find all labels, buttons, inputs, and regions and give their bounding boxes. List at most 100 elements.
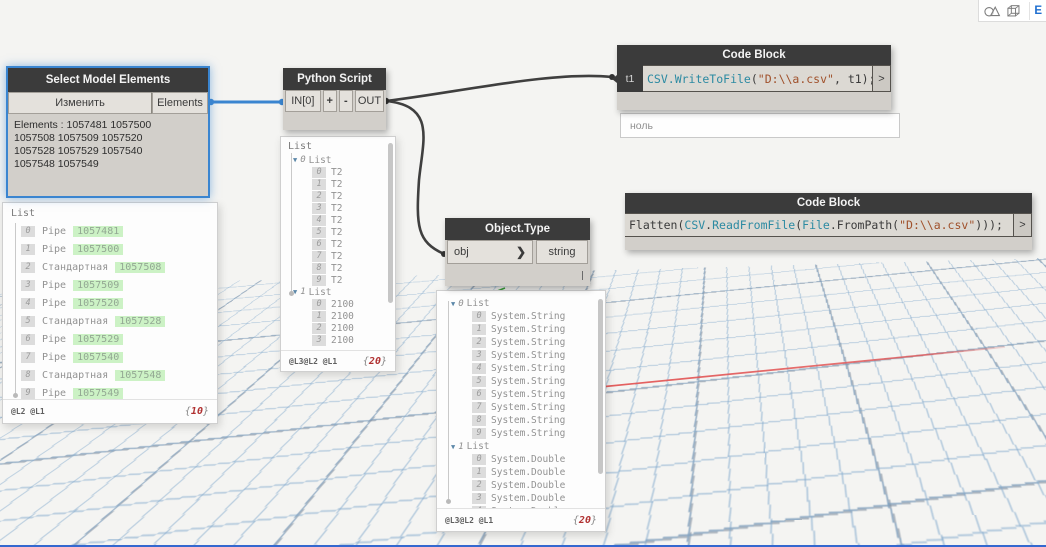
item-index: 9: [312, 274, 326, 286]
node-object-type[interactable]: Object.Type obj ❯ string: [445, 218, 590, 286]
body-line: Elements : 1057481 1057500: [14, 119, 152, 131]
output-port-out[interactable]: OUT: [354, 90, 384, 112]
list-group-header[interactable]: ▼ 0 List: [446, 297, 605, 310]
item-value: System.String: [491, 363, 566, 374]
output-port-elements[interactable]: Elements: [152, 92, 208, 114]
list-item: 0 2100: [288, 298, 395, 310]
item-index: 8: [21, 369, 35, 381]
list-item: 6 T2: [288, 238, 395, 250]
item-type: Стандартная: [42, 315, 109, 327]
list-group-header[interactable]: ▼ 1 List: [446, 440, 605, 453]
item-index: 5: [21, 315, 35, 327]
preview-panel-select-elements: List 0 Pipe 1057481 1 Pipe 1057500 2 Стандартна…: [2, 202, 218, 424]
list-group-header[interactable]: ▼ 1 List: [288, 286, 395, 298]
code-token: (: [795, 218, 803, 232]
item-value: System.String: [491, 337, 566, 348]
item-index: 2: [472, 480, 486, 491]
list-item: 3 System.String: [446, 349, 605, 362]
item-value: T2: [331, 166, 343, 178]
code-text[interactable]: CSV.WriteToFile("D:\\a.csv", t1);: [643, 65, 873, 92]
code-token: .FromPath(: [829, 218, 900, 232]
code-text[interactable]: Flatten(CSV. ReadFromFile(File .FromPath("…: [625, 213, 1014, 237]
input-port-in0[interactable]: IN[0]: [285, 90, 321, 112]
add-input-button[interactable]: +: [322, 90, 337, 112]
list-root-label: List: [11, 208, 36, 219]
list-item: 4 System.String: [446, 362, 605, 375]
node-footer: [617, 92, 891, 110]
geometry-preview-icon[interactable]: [983, 2, 1001, 20]
item-count: {20}: [362, 355, 387, 367]
scrollbar-thumb[interactable]: [598, 299, 603, 474]
group-label: List: [466, 298, 490, 309]
body-line: 1057548 1057549: [14, 158, 99, 170]
preview-panel-objecttype-output: ▼ 0 List 0 System.String 1 System.String 2 Syste…: [436, 290, 606, 532]
list-item: 7 T2: [288, 250, 395, 262]
list-item: 1 System.String: [446, 323, 605, 336]
list-item: 0 System.Double: [446, 453, 605, 466]
code-token: CSV.WriteToFile: [647, 71, 751, 86]
item-id: 1057520: [73, 297, 124, 309]
item-index: 2: [472, 337, 486, 348]
toolbar-divider: [1028, 1, 1030, 20]
group-index: 1: [300, 287, 306, 297]
list-group-header[interactable]: ▼ 0 List: [288, 154, 395, 166]
output-port-string[interactable]: string: [536, 240, 588, 264]
cube-3d-icon[interactable]: [1006, 2, 1021, 20]
list-item: 3 2100: [288, 334, 395, 346]
list-item: 8 System.String: [446, 414, 605, 427]
list-item: 1 System.Double: [446, 466, 605, 479]
list-item: 0 Pipe 1057481: [11, 222, 217, 240]
item-index: 1: [472, 467, 486, 478]
item-index: 0: [312, 166, 326, 178]
list-item: 1 T2: [288, 178, 395, 190]
item-value: System.String: [491, 415, 566, 426]
lacing-levels: @L3@L2 @L1: [289, 356, 338, 366]
node-python-script[interactable]: Python Script IN[0] + - OUT: [283, 68, 386, 130]
item-value: System.String: [491, 311, 566, 322]
group-index: 0: [300, 155, 306, 165]
node-select-model-elements[interactable]: Select Model Elements Изменить Elements …: [8, 68, 208, 196]
item-index: 7: [312, 250, 326, 262]
output-port[interactable]: >: [873, 65, 891, 92]
preview-footer: @L3@L2 @L1 {20}: [281, 350, 395, 371]
list-item: 0 T2: [288, 166, 395, 178]
preview-footer: @L3@L2 @L1 {20}: [437, 508, 605, 531]
item-id: 1057500: [73, 243, 124, 255]
list-item: 5 System.String: [446, 375, 605, 388]
canvas-toolbar: E: [978, 0, 1046, 22]
preview-footer: @L2 @L1 {10}: [3, 399, 217, 423]
node-title: Code Block: [625, 193, 1032, 213]
code-token: ReadFromFile: [712, 218, 796, 232]
list-item: 1 Pipe 1057500: [11, 240, 217, 258]
list-item: 9 System.String: [446, 427, 605, 440]
remove-input-button[interactable]: -: [338, 90, 353, 112]
list-item: 5 Стандартная 1057528: [11, 312, 217, 330]
item-value: System.Double: [491, 480, 566, 491]
text-note-input[interactable]: ноль: [620, 113, 900, 138]
input-port-obj[interactable]: obj ❯: [447, 240, 533, 264]
list-item: 9 T2: [288, 274, 395, 286]
list-item: 2 Стандартная 1057508: [11, 258, 217, 276]
code-token: "D:\\a.csv": [899, 218, 976, 232]
item-index: 1: [21, 243, 35, 255]
item-type: Pipe: [42, 297, 67, 309]
list-item: 1 2100: [288, 310, 395, 322]
node-code-block-read[interactable]: Code Block Flatten(CSV. ReadFromFile(File…: [625, 193, 1032, 250]
item-index: 4: [21, 297, 35, 309]
change-selection-button[interactable]: Изменить: [8, 92, 152, 114]
list-level-chevron-icon[interactable]: ❯: [516, 245, 526, 259]
item-type: Pipe: [42, 225, 67, 237]
scrollbar-thumb[interactable]: [388, 143, 393, 303]
item-index: 6: [312, 238, 326, 250]
item-index: 2: [312, 322, 326, 334]
list-item: 2 T2: [288, 190, 395, 202]
output-port[interactable]: >: [1014, 213, 1032, 237]
port-label: obj: [454, 246, 469, 258]
tree-guide-line: [446, 301, 451, 504]
list-item: 9 Pipe 1057549: [11, 384, 217, 399]
node-code-block-write[interactable]: Code Block t1 CSV.WriteToFile("D:\\a.csv…: [612, 45, 891, 110]
wire-python-to-codeblock[interactable]: [384, 74, 614, 103]
item-value: T2: [331, 178, 343, 190]
list-item: 2 System.Double: [446, 479, 605, 492]
input-port-t1[interactable]: t1: [612, 65, 643, 92]
